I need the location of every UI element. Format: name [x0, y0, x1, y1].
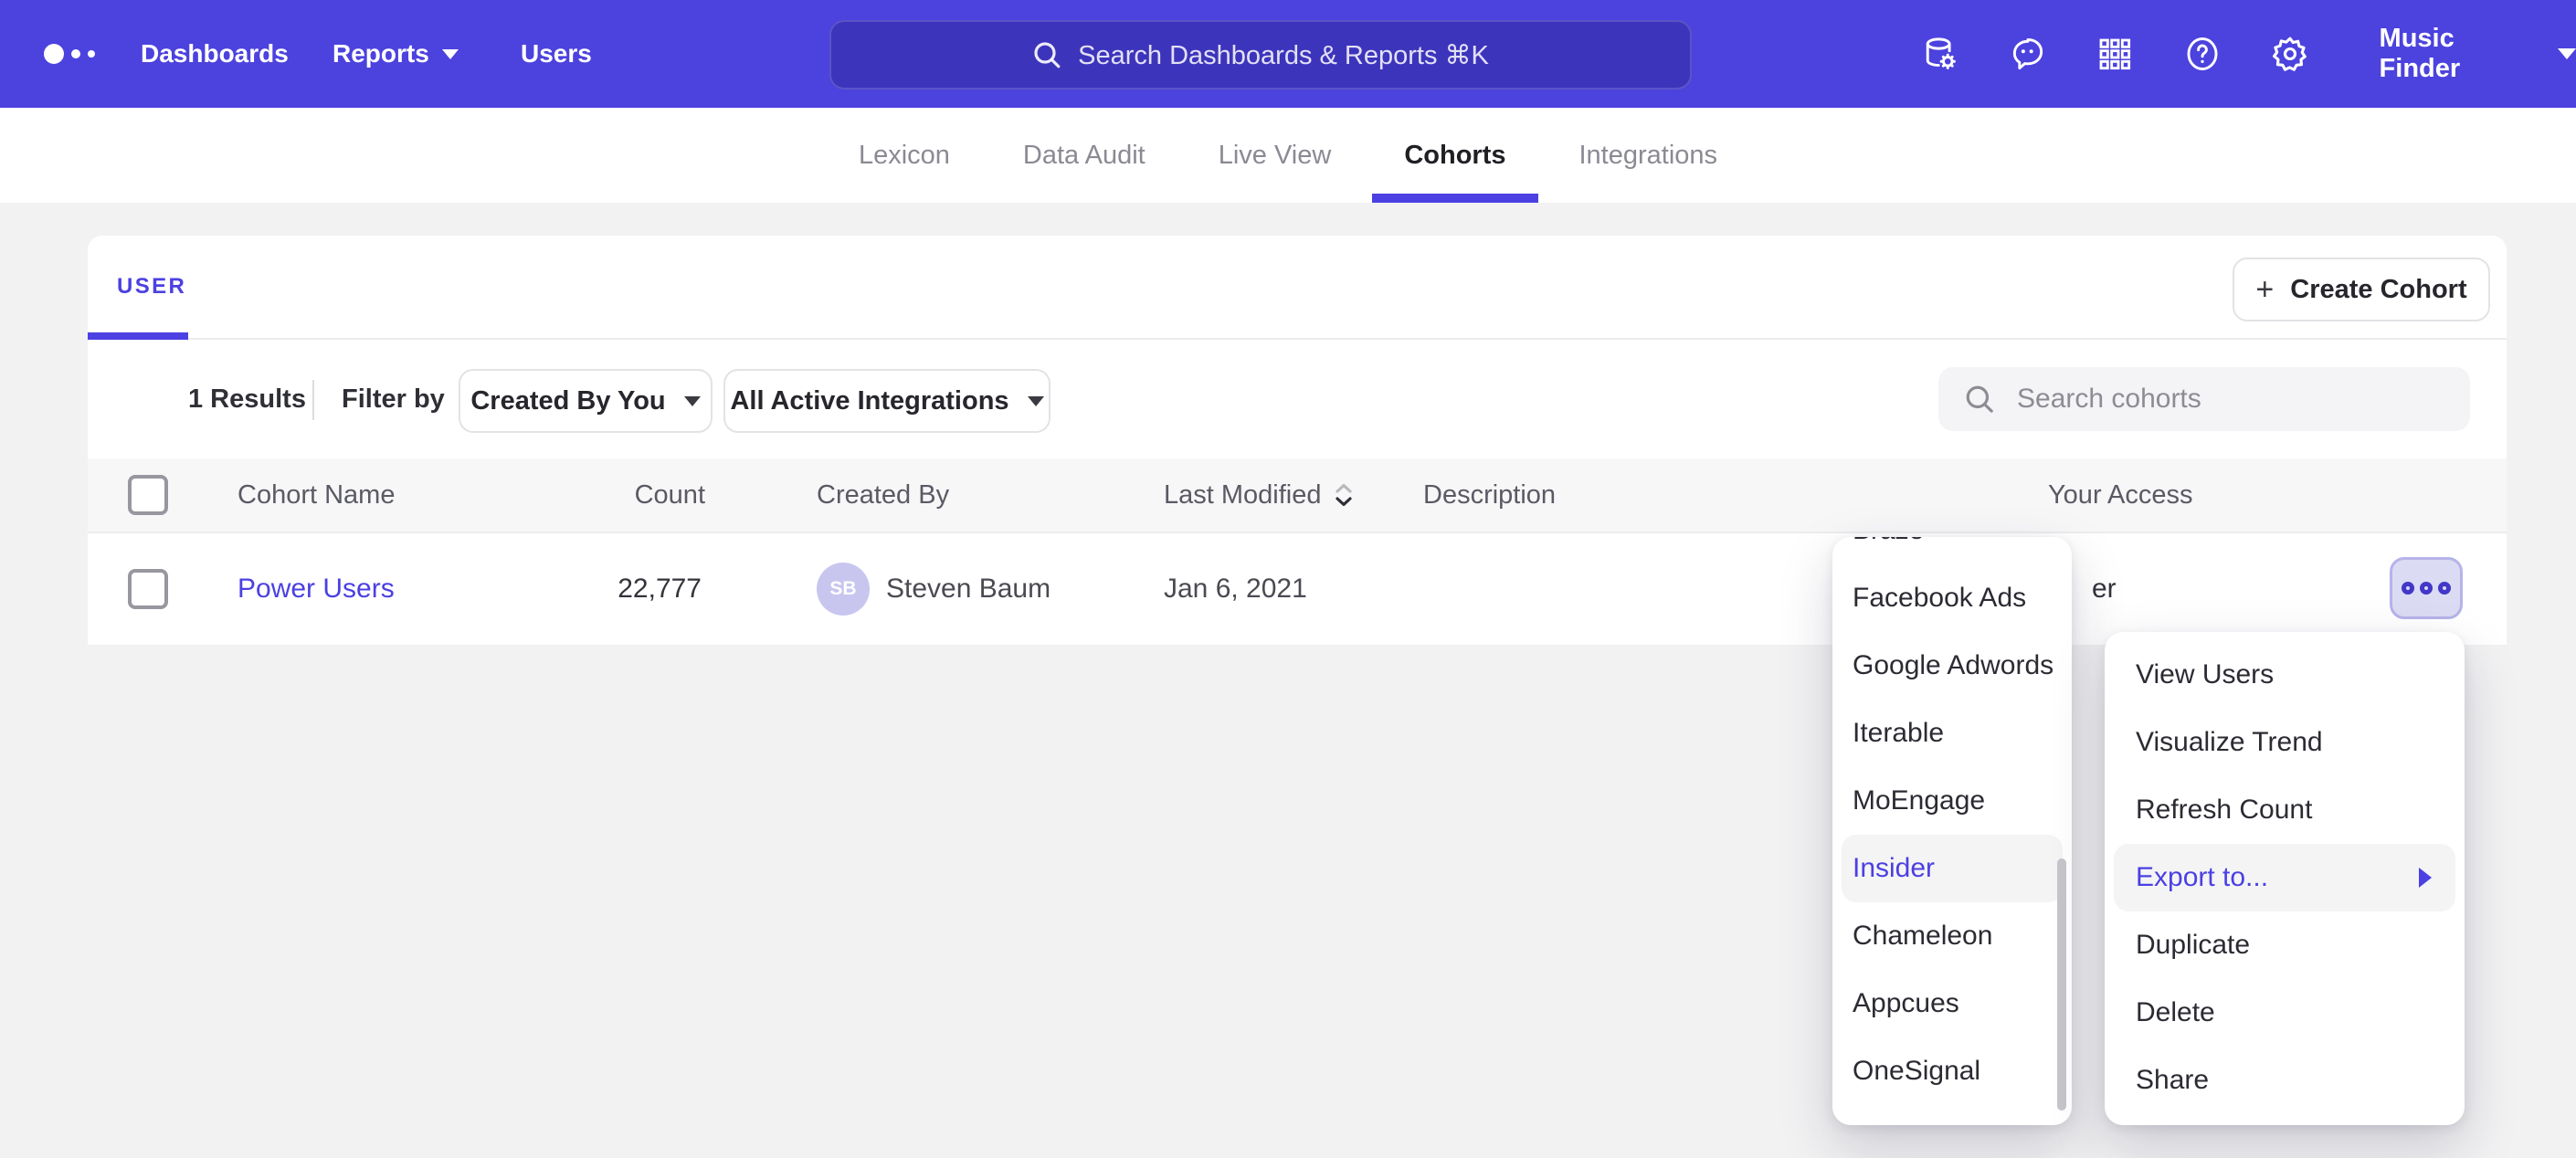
menu-item-insider[interactable]: Insider: [1842, 835, 2063, 902]
menu-item-refresh-count[interactable]: Refresh Count: [2105, 776, 2465, 844]
created-by-filter-dropdown[interactable]: Created By You: [459, 369, 713, 433]
nav-reports[interactable]: Reports: [333, 0, 459, 108]
nav-dashboards-label: Dashboards: [141, 39, 289, 68]
filter-by-label: Filter by: [342, 340, 445, 458]
project-name: Music Finder: [2380, 24, 2536, 84]
search-icon: [1964, 384, 1995, 415]
menu-item-chameleon[interactable]: Chameleon: [1832, 902, 2072, 970]
active-tab-underline: [1372, 194, 1538, 203]
nav-dashboards[interactable]: Dashboards: [141, 0, 289, 108]
menu-item-braze[interactable]: Braze: [1832, 537, 2072, 564]
top-navbar: Dashboards Reports Users Search Dashboar…: [0, 0, 2576, 108]
menu-item-iterable[interactable]: Iterable: [1832, 700, 2072, 767]
col-cohort-name: Cohort Name: [238, 458, 395, 532]
navbar-right-actions: Music Finder: [1920, 0, 2576, 108]
section-tabs: Lexicon Data Audit Live View Cohorts Int…: [0, 108, 2576, 203]
tab-cohorts[interactable]: Cohorts: [1404, 108, 1505, 203]
menu-item-duplicate[interactable]: Duplicate: [2105, 911, 2465, 979]
data-management-icon[interactable]: [1920, 34, 1960, 74]
sort-icon: [1333, 482, 1355, 508]
avatar: SB: [817, 563, 870, 616]
nav-users[interactable]: Users: [521, 0, 592, 108]
chevron-down-icon: [1028, 396, 1044, 406]
col-last-modified[interactable]: Last Modified: [1164, 458, 1355, 532]
row-context-menu: View Users Visualize Trend Refresh Count…: [2105, 632, 2465, 1125]
results-count: 1 Results: [188, 340, 306, 458]
create-cohort-button[interactable]: + Create Cohort: [2233, 258, 2490, 321]
cohorts-panel: USER + Create Cohort 1 Results Filter by…: [88, 236, 2507, 641]
nav-reports-label: Reports: [333, 39, 429, 68]
menu-item-delete[interactable]: Delete: [2105, 979, 2465, 1047]
ellipsis-icon: [2402, 582, 2414, 595]
chevron-down-icon: [684, 396, 701, 406]
chevron-down-icon: [442, 49, 459, 59]
submenu-scrollbar[interactable]: [2057, 858, 2066, 1111]
feedback-chat-icon[interactable]: [2008, 34, 2048, 74]
table-header: Cohort Name Count Created By Last Modifi…: [88, 458, 2507, 533]
help-icon[interactable]: [2182, 34, 2222, 74]
menu-item-export-to[interactable]: Export to...: [2114, 844, 2455, 911]
row-actions-button[interactable]: [2390, 557, 2463, 619]
filter-toolbar: 1 Results Filter by Created By You All A…: [88, 340, 2507, 458]
cohort-count: 22,777: [519, 533, 702, 645]
tab-lexicon[interactable]: Lexicon: [859, 108, 950, 203]
submenu-arrow-icon: [2419, 868, 2432, 888]
col-your-access: Your Access: [2048, 458, 2193, 532]
col-description: Description: [1423, 458, 1556, 532]
table-row: Power Users 22,777 SB Steven Baum Jan 6,…: [88, 533, 2507, 645]
tab-user-cohorts[interactable]: USER: [117, 236, 186, 338]
chevron-down-icon: [2558, 48, 2576, 59]
cohort-name-link[interactable]: Power Users: [238, 533, 395, 645]
tab-integrations[interactable]: Integrations: [1579, 108, 1718, 203]
settings-gear-icon[interactable]: [2270, 34, 2310, 74]
col-count: Count: [523, 458, 705, 532]
global-search-placeholder: Search Dashboards & Reports ⌘K: [1078, 39, 1489, 71]
menu-item-visualize-trend[interactable]: Visualize Trend: [2105, 709, 2465, 776]
tab-live-view[interactable]: Live View: [1219, 108, 1332, 203]
cohort-search-input[interactable]: [2013, 382, 2423, 416]
divider: [312, 380, 314, 420]
plus-icon: +: [2255, 274, 2274, 305]
select-all-checkbox[interactable]: [128, 475, 168, 515]
nav-users-label: Users: [521, 39, 592, 68]
user-tab-underline: [88, 332, 188, 340]
panel-tab-bar: USER + Create Cohort: [88, 236, 2507, 340]
search-icon: [1032, 40, 1061, 69]
menu-item-view-users[interactable]: View Users: [2105, 641, 2465, 709]
menu-item-appcues[interactable]: Appcues: [1832, 970, 2072, 1037]
creator-name: Steven Baum: [886, 533, 1050, 645]
global-search-button[interactable]: Search Dashboards & Reports ⌘K: [829, 20, 1692, 89]
project-selector[interactable]: Music Finder: [2380, 24, 2576, 84]
cohorts-page: Dashboards Reports Users Search Dashboar…: [0, 0, 2576, 1158]
cohort-search-box: [1938, 367, 2470, 431]
apps-grid-icon[interactable]: [2096, 34, 2135, 74]
export-destinations-submenu: Braze Facebook Ads Google Adwords Iterab…: [1832, 537, 2072, 1125]
menu-item-onesignal[interactable]: OneSignal: [1832, 1037, 2072, 1105]
menu-item-moengage[interactable]: MoEngage: [1832, 767, 2072, 835]
select-row-checkbox[interactable]: [128, 569, 168, 609]
integrations-filter-dropdown[interactable]: All Active Integrations: [723, 369, 1050, 433]
menu-item-google-adwords[interactable]: Google Adwords: [1832, 632, 2072, 700]
menu-item-share[interactable]: Share: [2105, 1047, 2465, 1114]
mixpanel-logo-icon[interactable]: [44, 0, 95, 108]
tab-data-audit[interactable]: Data Audit: [1023, 108, 1145, 203]
access-value-clipped: er: [2092, 533, 2117, 645]
col-created-by: Created By: [817, 458, 949, 532]
last-modified-value: Jan 6, 2021: [1164, 533, 1307, 645]
menu-item-facebook-ads[interactable]: Facebook Ads: [1832, 564, 2072, 632]
